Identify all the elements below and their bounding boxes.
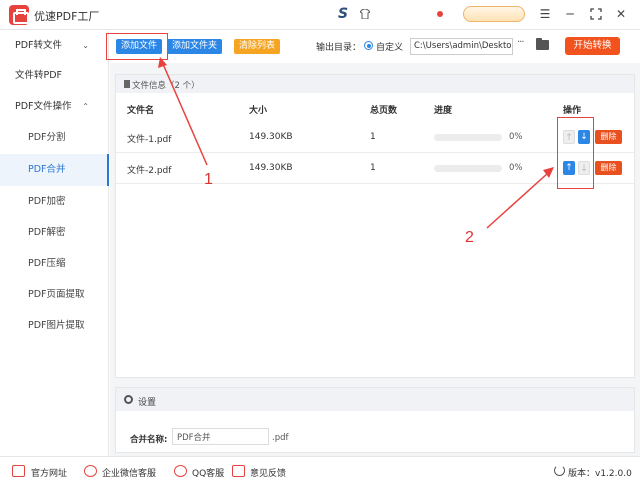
column-header-pages: 总页数 (370, 106, 398, 116)
sidebar-item-pdf-compress[interactable]: PDF压缩 (0, 248, 109, 280)
toolbar: 添加文件 添加文件夹 清除列表 输出目录： 自定义 C:\Users\admin… (106, 31, 640, 63)
app-logo-icon (9, 5, 29, 25)
merge-extension: .pdf (272, 433, 289, 443)
file-size: 149.30KB (249, 163, 293, 173)
custom-radio[interactable] (364, 41, 373, 50)
column-header-size: 大小 (249, 106, 268, 116)
merge-name-label: 合并名称: (130, 435, 168, 445)
gear-icon (124, 395, 133, 404)
file-name: 文件-1.pdf (127, 135, 172, 145)
minimize-icon[interactable]: ─ (563, 7, 577, 21)
annotation-number-1: 1 (204, 171, 213, 188)
settings-header: 设置 (116, 388, 634, 411)
annotation-number-2: 2 (465, 229, 474, 246)
delete-button[interactable]: 删除 (595, 130, 622, 144)
start-convert-button[interactable]: 开始转换 (565, 37, 620, 55)
file-list-panel: 文件信息（2 个） 文件名 大小 总页数 进度 操作 文件-1.pdf 149.… (115, 74, 635, 378)
file-pages: 1 (370, 163, 376, 173)
qq-icon (174, 465, 187, 477)
sidebar-item-pdf-page-extract[interactable]: PDF页面提取 (0, 279, 109, 311)
sidebar-group-label: PDF转文件 (15, 40, 63, 51)
document-icon (124, 80, 130, 88)
column-header-action: 操作 (563, 106, 582, 116)
folder-icon[interactable] (536, 38, 549, 50)
file-panel-header: 文件信息（2 个） (116, 75, 634, 93)
settings-panel: 设置 合并名称: .pdf (115, 387, 635, 453)
title-bar: 优速PDF工厂 S ☰ ─ ✕ (0, 0, 640, 30)
file-size: 149.30KB (249, 132, 293, 142)
highlight-box-add-file (106, 33, 168, 60)
maximize-icon[interactable] (589, 7, 603, 21)
output-path-field[interactable]: C:\Users\admin\Deskto (410, 38, 513, 55)
sidebar-item-pdf-split[interactable]: PDF分割 (0, 122, 109, 154)
wechat-icon (84, 465, 97, 477)
website-link[interactable]: 官方网址 (31, 466, 67, 479)
feedback-link[interactable]: 意见反馈 (250, 466, 286, 479)
progress-percent: 0% (509, 163, 523, 173)
main-content: 文件信息（2 个） 文件名 大小 总页数 进度 操作 文件-1.pdf 149.… (110, 63, 640, 456)
progress-bar (434, 165, 502, 172)
column-header-name: 文件名 (127, 106, 155, 116)
sidebar-item-pdf-decrypt[interactable]: PDF解密 (0, 217, 109, 249)
file-panel-title: 文件信息（2 个） (132, 81, 200, 91)
menu-icon[interactable]: ☰ (538, 7, 552, 21)
feedback-icon (232, 465, 245, 477)
delete-button[interactable]: 删除 (595, 161, 622, 175)
sidebar-item-pdf-encrypt[interactable]: PDF加密 (0, 186, 109, 218)
wechat-support-link[interactable]: 企业微信客服 (102, 466, 156, 479)
add-folder-button[interactable]: 添加文件夹 (167, 39, 223, 54)
output-dir-label: 输出目录： (316, 43, 362, 53)
custom-radio-label: 自定义 (376, 43, 404, 53)
chevron-up-icon: ⌃ (82, 102, 89, 111)
app-title: 优速PDF工厂 (34, 10, 100, 23)
sidebar-group-pdf-to-file[interactable]: PDF转文件 ⌄ (0, 31, 109, 61)
column-header-progress: 进度 (434, 106, 453, 116)
skin-icon[interactable] (360, 9, 370, 19)
sidebar-group-file-to-pdf[interactable]: 文件转PDF (0, 61, 109, 91)
chevron-down-icon: ⌄ (82, 41, 89, 50)
merge-name-input[interactable] (172, 428, 269, 445)
brand-s-icon: S (338, 6, 349, 22)
member-badge-button[interactable] (463, 6, 525, 22)
sidebar-item-pdf-image-extract[interactable]: PDF图片提取 (0, 310, 109, 342)
clear-list-button[interactable]: 清除列表 (234, 39, 281, 54)
version-label: 版本：v1.2.0.0 (568, 469, 632, 479)
sidebar-group-label: 文件转PDF (15, 70, 63, 81)
qq-support-link[interactable]: QQ客服 (192, 466, 224, 479)
refresh-icon (554, 465, 565, 476)
sidebar: PDF转文件 ⌄ 文件转PDF PDF文件操作 ⌃ PDF分割 PDF合并 PD… (0, 31, 109, 456)
highlight-box-move-buttons (557, 117, 594, 189)
sidebar-group-pdf-operations[interactable]: PDF文件操作 ⌃ (0, 92, 109, 122)
sidebar-item-pdf-merge[interactable]: PDF合并 (0, 154, 109, 186)
settings-title: 设置 (138, 398, 157, 408)
sidebar-group-label: PDF文件操作 (15, 101, 72, 112)
file-name: 文件-2.pdf (127, 166, 172, 176)
close-icon[interactable]: ✕ (614, 7, 628, 21)
footer: 官方网址 企业微信客服 QQ客服 意见反馈 版本：v1.2.0.0 (0, 456, 640, 486)
file-pages: 1 (370, 132, 376, 142)
notification-dot-icon[interactable] (437, 11, 443, 17)
more-options-button[interactable]: ··· (517, 37, 524, 48)
website-icon (12, 465, 25, 477)
progress-bar (434, 134, 502, 141)
progress-percent: 0% (509, 132, 523, 142)
